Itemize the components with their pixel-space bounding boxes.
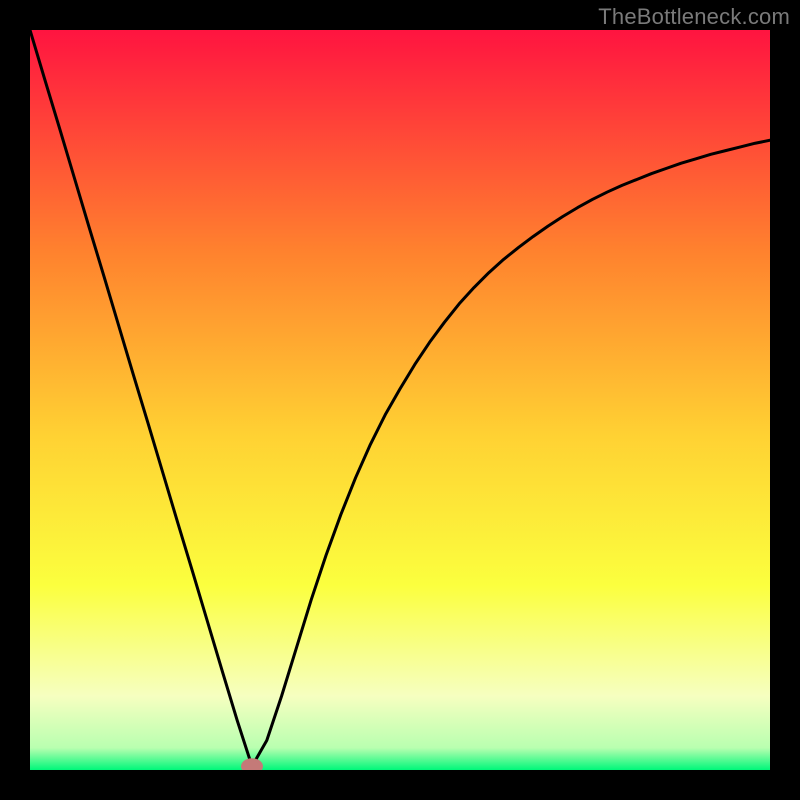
chart-svg — [30, 30, 770, 770]
plot-area — [30, 30, 770, 770]
chart-frame: TheBottleneck.com — [0, 0, 800, 800]
watermark-text: TheBottleneck.com — [598, 4, 790, 30]
